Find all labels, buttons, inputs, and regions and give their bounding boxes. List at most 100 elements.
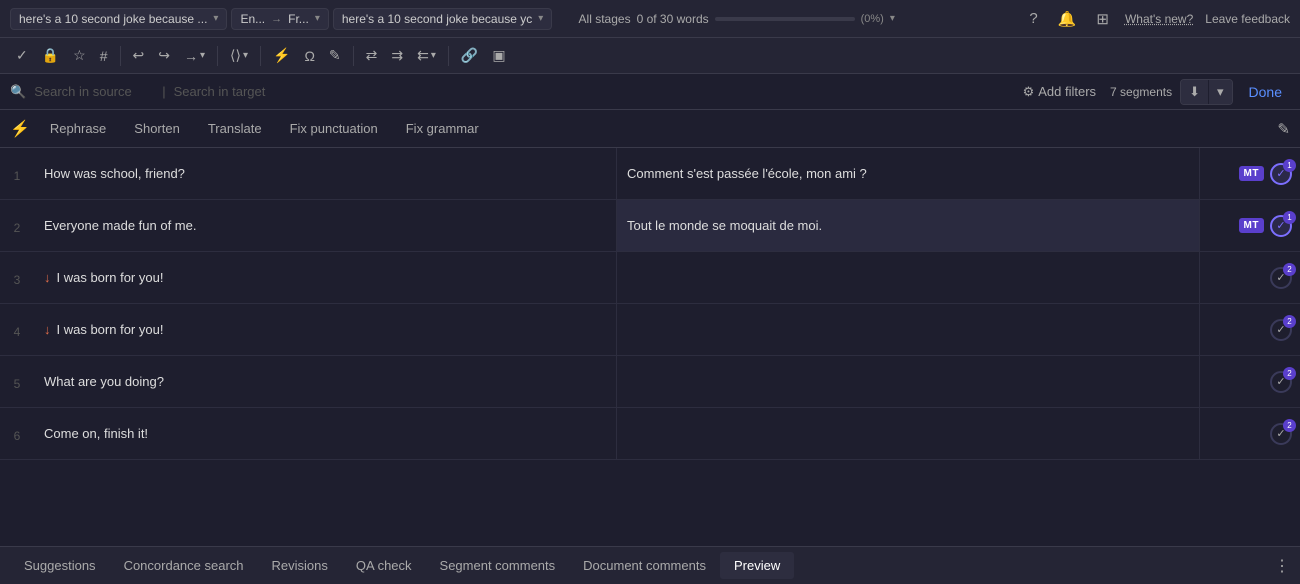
seg-source[interactable]: Everyone made fun of me. — [34, 200, 617, 251]
ai-tab-fix-punctuation[interactable]: Fix punctuation — [276, 115, 392, 142]
insert-tag-btn[interactable]: ⟨⟩ ▾ — [224, 43, 254, 68]
edit-mode-btn[interactable]: ✎ — [323, 43, 347, 68]
ai-toolbar: ⚡ Rephrase Shorten Translate Fix punctua… — [0, 110, 1300, 148]
sep5 — [448, 46, 449, 66]
check-wrap: ✓ 2 — [1270, 319, 1292, 341]
ai-tab-fix-grammar[interactable]: Fix grammar — [392, 115, 493, 142]
seg-meta: ✓ 2 — [1200, 304, 1300, 355]
lang-arrow: → — [271, 13, 282, 25]
seg-meta: ✓ 2 — [1200, 252, 1300, 303]
add-filters-btn[interactable]: ⚙ Add filters — [1017, 81, 1102, 103]
ai-tab-translate[interactable]: Translate — [194, 115, 276, 142]
tab-suggestions[interactable]: Suggestions — [10, 552, 110, 579]
tab-qa-check[interactable]: QA check — [342, 552, 426, 579]
sep2 — [217, 46, 218, 66]
target-doc-dropdown[interactable]: here's a 10 second joke because yc ▾ — [333, 8, 552, 30]
bookmark-btn[interactable]: ☆ — [67, 43, 92, 68]
seg-source[interactable]: ↓ I was born for you! — [34, 252, 617, 303]
lang-pair-dropdown[interactable]: En... → Fr... ▾ — [231, 8, 328, 30]
stages-chevron[interactable]: ▾ — [890, 13, 895, 24]
seg-target[interactable] — [617, 356, 1200, 407]
ai-assist-btn[interactable]: ⚡ — [267, 43, 296, 68]
bottom-more-icon[interactable]: ⋮ — [1274, 556, 1290, 576]
seg-source-text: Everyone made fun of me. — [44, 218, 196, 233]
ai-tab-shorten[interactable]: Shorten — [120, 115, 194, 142]
sep1 — [120, 46, 121, 66]
badge-num: 2 — [1283, 315, 1296, 328]
seg-source-text: What are you doing? — [44, 374, 164, 389]
tab-document-comments[interactable]: Document comments — [569, 552, 720, 579]
seg-num: 3 — [0, 252, 34, 303]
glossary-btn[interactable]: Ω — [298, 44, 320, 68]
word-count: 0 of 30 words — [637, 12, 709, 26]
seg-target[interactable] — [617, 252, 1200, 303]
search-source-input[interactable] — [34, 84, 154, 99]
columns-btn[interactable]: ▣ — [486, 43, 511, 68]
check-wrap: ✓ 1 — [1270, 163, 1292, 185]
seg-num: 4 — [0, 304, 34, 355]
segment-table: 1 How was school, friend? Comment s'est … — [0, 148, 1300, 546]
hashtag-btn[interactable]: # — [94, 44, 114, 68]
top-bar-left: here's a 10 second joke because ... ▾ En… — [10, 8, 552, 30]
tab-concordance-search[interactable]: Concordance search — [110, 552, 258, 579]
tab-preview[interactable]: Preview — [720, 552, 794, 579]
link-btn[interactable]: 🔗 — [455, 43, 484, 68]
lang-pair-chevron: ▾ — [315, 13, 320, 24]
seg-meta: ✓ 2 — [1200, 408, 1300, 459]
mt-badge: MT — [1239, 218, 1264, 233]
seg-source[interactable]: Come on, finish it! — [34, 408, 617, 459]
leave-feedback-link[interactable]: Leave feedback — [1205, 12, 1290, 26]
tab-revisions[interactable]: Revisions — [258, 552, 342, 579]
seg-num: 1 — [0, 148, 34, 199]
table-row: 3 ↓ I was born for you! ✓ 2 — [0, 252, 1300, 304]
search-target-input[interactable] — [174, 84, 304, 99]
check-wrap: ✓ 2 — [1270, 371, 1292, 393]
split-btn[interactable]: ⇉ — [385, 43, 409, 68]
merge-btn[interactable]: ⇇ ▾ — [411, 43, 442, 68]
seg-target[interactable] — [617, 304, 1200, 355]
seg-target[interactable]: Tout le monde se moquait de moi. — [617, 200, 1200, 251]
seg-source[interactable]: What are you doing? — [34, 356, 617, 407]
whats-new-link[interactable]: What's new? — [1125, 12, 1193, 26]
flip-btn[interactable]: ⇄ — [360, 43, 384, 68]
lang-right-label: Fr... — [288, 12, 309, 26]
target-doc-label: here's a 10 second joke because yc — [342, 12, 532, 26]
copy-source-btn[interactable]: → ▾ — [178, 44, 211, 68]
seg-source[interactable]: How was school, friend? — [34, 148, 617, 199]
undo-btn[interactable]: ↩ — [127, 43, 151, 68]
target-doc-chevron: ▾ — [538, 13, 543, 24]
top-bar-right: ? 🔔 ⊞ What's new? Leave feedback — [921, 8, 1290, 30]
edit-icon-right[interactable]: ✎ — [1277, 120, 1290, 138]
seg-target[interactable]: Comment s'est passée l'école, mon ami ? — [617, 148, 1200, 199]
tab-segment-comments[interactable]: Segment comments — [426, 552, 570, 579]
done-btn[interactable]: Done — [1241, 80, 1290, 104]
editor-toolbar: ✓ 🔒 ☆ # ↩ ↪ → ▾ ⟨⟩ ▾ ⚡ Ω ✎ ⇄ ⇉ ⇇ ▾ 🔗 ▣ — [0, 38, 1300, 74]
seg-meta: ✓ 2 — [1200, 356, 1300, 407]
search-icon: 🔍 — [10, 84, 26, 100]
warning-arrow-icon: ↓ — [44, 270, 51, 285]
seg-meta: MT ✓ 1 — [1200, 148, 1300, 199]
table-row: 4 ↓ I was born for you! ✓ 2 — [0, 304, 1300, 356]
filter-icon: ⚙ — [1023, 84, 1035, 100]
progress-bar — [715, 17, 855, 21]
search-divider: | — [162, 84, 165, 99]
seg-source-text: I was born for you! — [57, 322, 164, 337]
lock-btn[interactable]: 🔒 — [36, 43, 65, 68]
settings-icon-btn[interactable]: ⊞ — [1092, 8, 1113, 30]
seg-source-text: Come on, finish it! — [44, 426, 148, 441]
source-doc-dropdown[interactable]: here's a 10 second joke because ... ▾ — [10, 8, 227, 30]
seg-target[interactable] — [617, 408, 1200, 459]
download-btn[interactable]: ⬇ — [1181, 80, 1208, 104]
warning-arrow-icon: ↓ — [44, 322, 51, 337]
seg-num: 5 — [0, 356, 34, 407]
help-icon-btn[interactable]: ? — [1025, 8, 1041, 29]
ai-tab-rephrase[interactable]: Rephrase — [36, 115, 120, 142]
table-row: 6 Come on, finish it! ✓ 2 — [0, 408, 1300, 460]
table-row: 5 What are you doing? ✓ 2 — [0, 356, 1300, 408]
notifications-icon-btn[interactable]: 🔔 — [1054, 8, 1081, 30]
seg-source[interactable]: ↓ I was born for you! — [34, 304, 617, 355]
redo-btn[interactable]: ↪ — [152, 43, 176, 68]
confirm-btn[interactable]: ✓ — [10, 43, 34, 68]
download-btn-group: ⬇ ▾ — [1180, 79, 1232, 105]
download-more-btn[interactable]: ▾ — [1209, 80, 1232, 104]
